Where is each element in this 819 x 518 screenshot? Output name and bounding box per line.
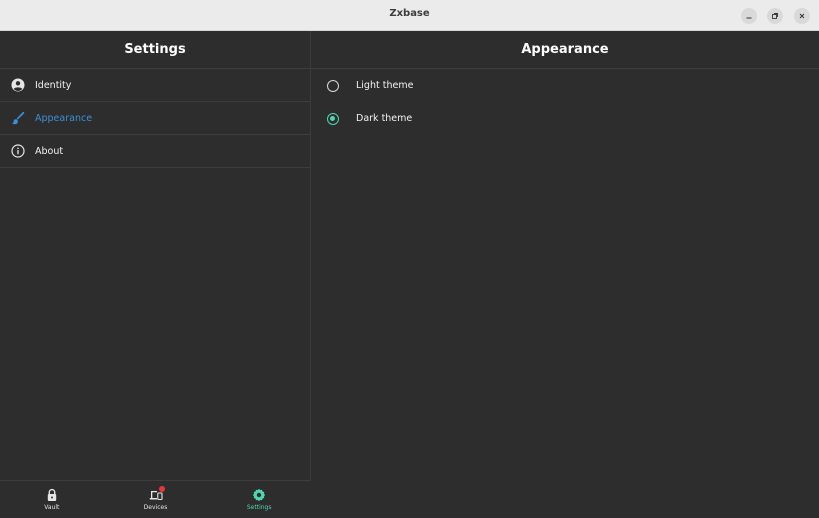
nav-devices[interactable]: Devices xyxy=(104,481,208,518)
lock-icon xyxy=(45,488,59,502)
info-icon xyxy=(11,144,25,158)
devices-icon xyxy=(149,486,165,502)
close-icon xyxy=(799,13,805,19)
account-circle-icon xyxy=(11,78,25,92)
option-label: Light theme xyxy=(356,80,414,91)
nav-settings[interactable]: Settings xyxy=(207,481,311,518)
notification-badge xyxy=(158,486,165,492)
minimize-button[interactable] xyxy=(741,8,757,24)
title-bar: Zxbase xyxy=(0,0,819,31)
settings-item-label: Identity xyxy=(35,79,72,91)
brush-icon xyxy=(11,111,25,125)
dark-theme-radio[interactable] xyxy=(327,112,339,125)
settings-item-label: About xyxy=(35,145,64,157)
window-title: Zxbase xyxy=(389,8,430,19)
minimize-icon xyxy=(746,17,752,19)
settings-item-label: Appearance xyxy=(35,112,93,124)
appearance-panel: Appearance Light theme Dark theme xyxy=(311,31,819,518)
nav-label: Vault xyxy=(44,504,60,511)
settings-title: Settings xyxy=(0,31,310,69)
option-label: Dark theme xyxy=(356,113,413,124)
maximize-button[interactable] xyxy=(767,8,783,24)
settings-item-appearance[interactable]: Appearance xyxy=(0,102,310,135)
light-theme-option[interactable]: Light theme xyxy=(311,69,819,102)
settings-item-identity[interactable]: Identity xyxy=(0,69,310,102)
settings-panel: Settings Identity Appearance About Vault xyxy=(0,31,311,518)
nav-label: Settings xyxy=(246,504,272,511)
nav-vault[interactable]: Vault xyxy=(0,481,104,518)
bottom-navigation: Vault Devices Settings xyxy=(0,480,311,518)
gear-icon xyxy=(252,488,266,502)
restore-icon xyxy=(772,13,778,19)
nav-label: Devices xyxy=(143,504,168,511)
light-theme-radio[interactable] xyxy=(327,79,339,92)
close-button[interactable] xyxy=(794,8,810,24)
appearance-title: Appearance xyxy=(311,31,819,69)
dark-theme-option[interactable]: Dark theme xyxy=(311,102,819,135)
settings-item-about[interactable]: About xyxy=(0,135,310,168)
